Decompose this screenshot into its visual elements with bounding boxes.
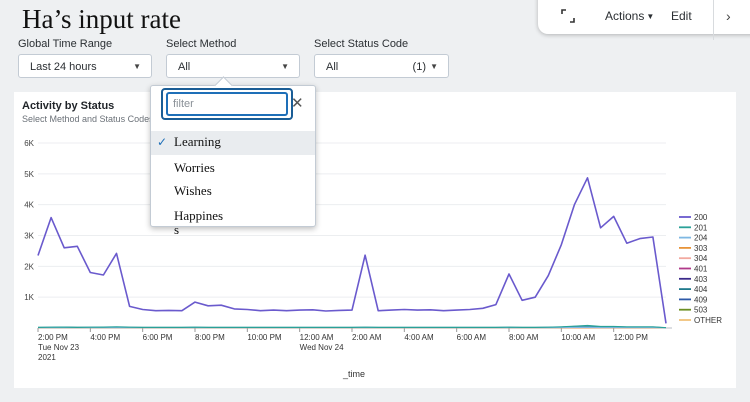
clear-icon[interactable]: ✕ [291,94,304,112]
x-tick-label: Tue Nov 23 [38,343,80,352]
method-value: All [178,61,191,73]
activity-panel: Activity by Status Select Method and Sta… [14,92,736,388]
legend-label: 304 [694,254,708,263]
check-icon: ✓ [157,135,168,149]
caret-down-icon: ▼ [133,62,141,71]
legend-label: 503 [694,306,708,315]
method-option[interactable]: Wishes [151,180,315,204]
caret-down-icon: ▼ [646,11,655,21]
x-tick-label: 6:00 AM [457,333,487,342]
actions-button[interactable]: Actions ▼ [605,9,654,23]
method-option-label: Wishes [174,183,212,198]
status-code-value: All [326,61,339,73]
dashboard-toolbar: Actions ▼ Edit › [538,0,750,40]
series-line-200 [37,177,667,324]
edit-button[interactable]: Edit [671,9,692,23]
legend-label: 200 [694,213,708,222]
caret-down-icon: ▼ [281,62,289,71]
chevron-right-icon[interactable]: › [726,8,731,24]
y-tick-label: 6K [24,139,34,148]
x-axis-label: _time [342,369,365,379]
x-tick-label: 2021 [38,353,56,362]
y-tick-label: 3K [24,232,34,241]
x-tick-label: 4:00 PM [90,333,120,342]
legend-label: 401 [694,265,708,274]
actions-label: Actions [605,9,645,23]
x-tick-label: Wed Nov 24 [300,343,344,352]
y-tick-label: 4K [24,201,34,210]
caret-down-icon: ▼ [430,62,438,71]
time-range-dropdown[interactable]: Last 24 hours ▼ [18,54,152,78]
method-option[interactable]: ✓ Learning [151,131,315,155]
method-dropdown[interactable]: All ▼ [166,54,300,78]
x-tick-label: 4:00 AM [404,333,434,342]
time-range-value: Last 24 hours [30,61,97,73]
legend-label: 303 [694,244,708,253]
expand-icon[interactable] [560,8,576,24]
method-label: Select Method [166,38,237,50]
y-tick-label: 1K [24,293,34,302]
x-tick-label: 2:00 PM [38,333,68,342]
y-tick-label: 2K [24,262,34,271]
method-option-label: Learning [174,134,221,149]
x-tick-label: 12:00 AM [300,333,334,342]
method-option-label: Worries [174,160,215,175]
x-tick-label: 8:00 PM [195,333,225,342]
method-option-label: Happines s [174,208,224,237]
x-tick-label: 12:00 PM [614,333,649,342]
filter-input[interactable] [166,92,288,116]
legend-label: 201 [694,223,708,232]
status-code-label: Select Status Code [314,38,409,50]
legend-label: 204 [694,234,708,243]
x-tick-label: 2:00 AM [352,333,382,342]
x-tick-label: 8:00 AM [509,333,539,342]
time-range-label: Global Time Range [18,38,113,50]
toolbar-divider [713,0,714,40]
x-tick-label: 10:00 AM [561,333,595,342]
legend-label: 404 [694,285,708,294]
status-code-dropdown[interactable]: All (1) ▼ [314,54,449,78]
status-code-count: (1) [412,61,426,73]
page-title: Ha’s input rate [22,4,181,34]
y-tick-label: 5K [24,170,34,179]
legend-label: 403 [694,275,708,284]
method-popover: ✕ ✓ Learning Worries Wishes Happines s [150,76,316,237]
x-tick-label: 6:00 PM [143,333,173,342]
legend-label: 409 [694,295,708,304]
legend-label: OTHER [694,316,722,325]
method-option[interactable]: Happines s [151,205,315,237]
activity-chart: 1K 2K 3K 4K 5K 6K 2:00 PMTue Nov 232021 4:00 PM… [24,139,722,379]
x-tick-label: 10:00 PM [247,333,282,342]
method-option[interactable]: Worries [151,157,315,181]
